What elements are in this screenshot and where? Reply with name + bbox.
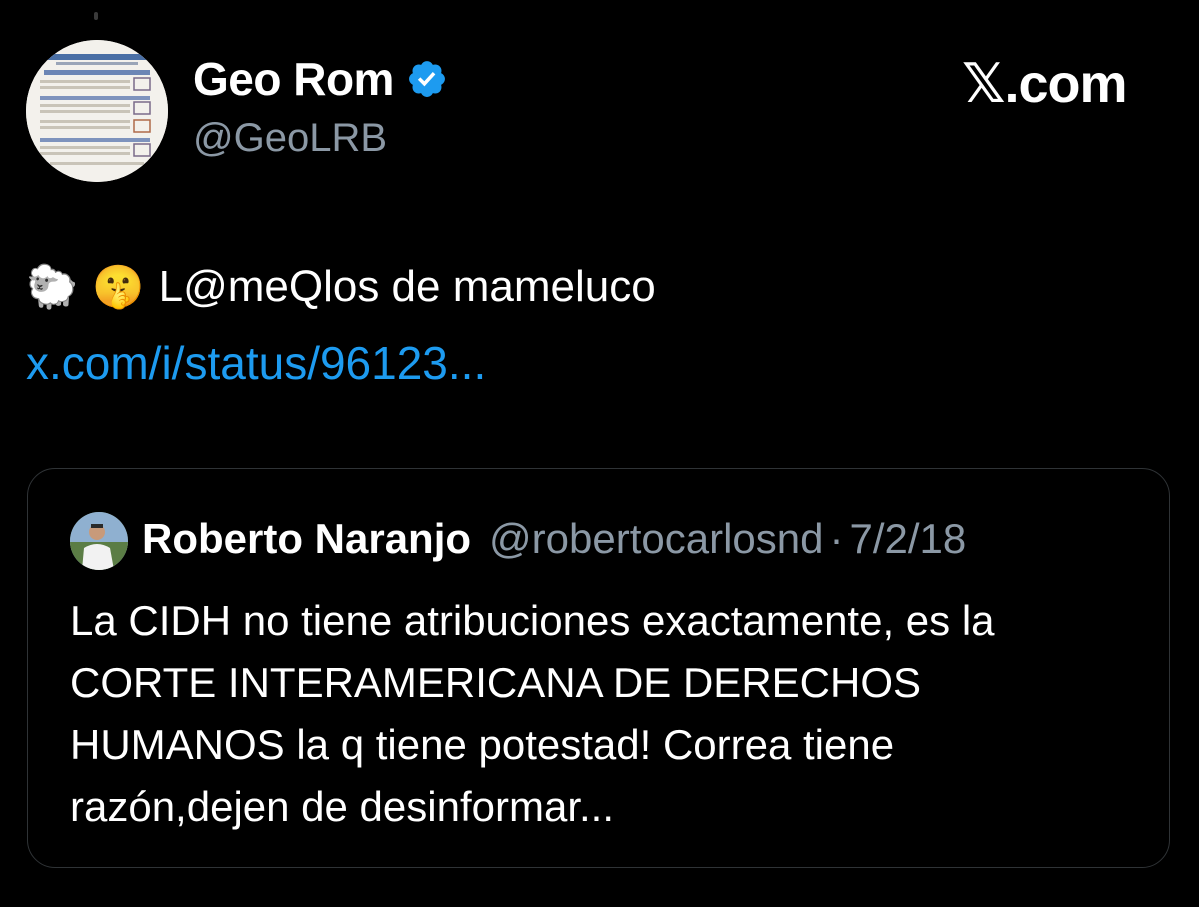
header-separator: · xyxy=(829,515,844,562)
tweet-text: 🐑 🤫 L@meQlos de mameluco xyxy=(26,262,656,312)
x-com-logo: 𝕏.com xyxy=(962,54,1128,114)
sheep-emoji: 🐑 xyxy=(26,263,79,310)
author-avatar[interactable] xyxy=(26,40,168,182)
top-indicator xyxy=(94,12,98,20)
person-photo-avatar-icon xyxy=(70,512,128,570)
tweet-link[interactable]: x.com/i/status/96123... xyxy=(26,336,486,390)
tweet-body: L@meQlos de mameluco xyxy=(158,262,656,311)
quoted-date[interactable]: 7/2/18 xyxy=(850,515,967,563)
quoted-tweet-body: La CIDH no tiene atribuciones exactament… xyxy=(70,590,1150,838)
quoted-line: La CIDH no tiene atribuciones exactament… xyxy=(70,597,995,644)
author-handle[interactable]: @GeoLRB xyxy=(193,116,387,161)
quoted-tweet-header: Roberto Naranjo @robertocarlosnd · 7/2/1… xyxy=(142,515,966,563)
quoted-line: HUMANOS la q tiene potestad! Correa tien… xyxy=(70,721,895,768)
author-name-row[interactable]: Geo Rom xyxy=(193,52,448,106)
quoted-line: razón,dejen de desinformar... xyxy=(70,783,614,830)
author-display-name[interactable]: Geo Rom xyxy=(193,52,394,106)
quoted-author-avatar[interactable] xyxy=(70,512,128,570)
document-scan-avatar-icon xyxy=(26,40,168,182)
quoted-display-name[interactable]: Roberto Naranjo xyxy=(142,515,471,563)
verified-badge-icon xyxy=(409,61,445,97)
shushing-face-emoji: 🤫 xyxy=(92,263,145,310)
quoted-handle[interactable]: @robertocarlosnd xyxy=(489,515,823,563)
quoted-line: CORTE INTERAMERICANA DE DERECHOS xyxy=(70,659,922,706)
